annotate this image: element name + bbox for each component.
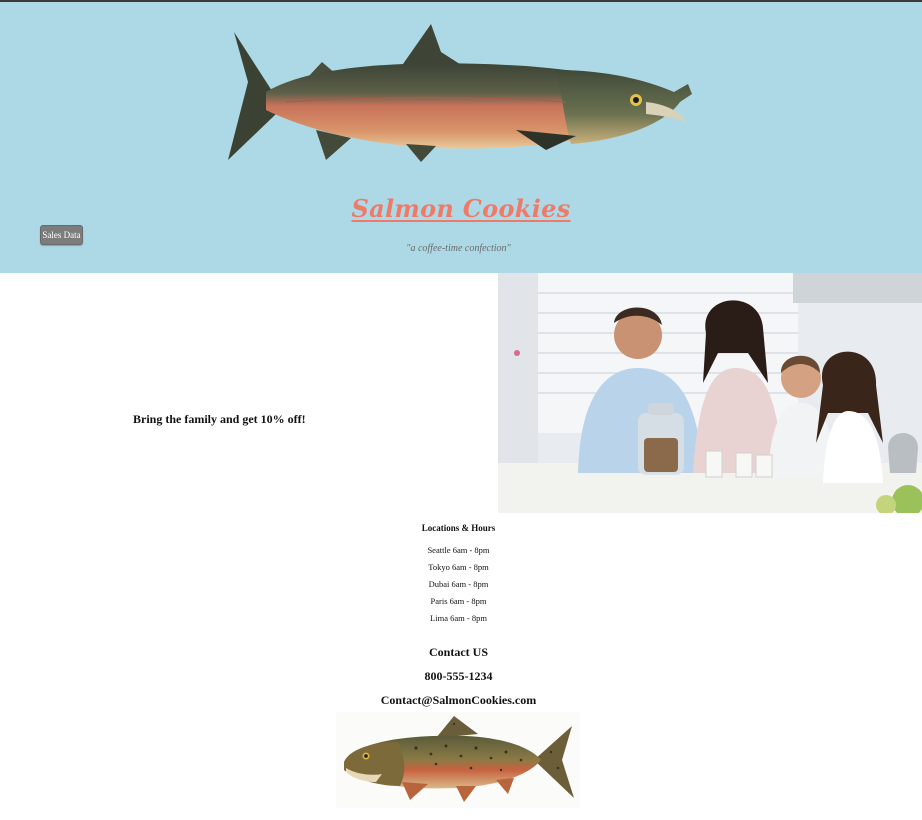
promo-text: Bring the family and get 10% off! xyxy=(133,412,306,426)
sales-data-button[interactable]: Sales Data xyxy=(40,225,83,245)
brand-title[interactable]: Salmon Cookies xyxy=(0,194,922,223)
location-item: Seattle 6am - 8pm xyxy=(427,545,490,555)
location-item: Lima 6am - 8pm xyxy=(430,613,487,623)
location-item: Dubai 6am - 8pm xyxy=(428,579,489,589)
salmon-illustration-header xyxy=(228,24,692,162)
locations-title: Locations & Hours xyxy=(421,523,496,533)
promo-section: Bring the family and get 10% off! xyxy=(0,273,498,513)
contact-phone: 800-555-1234 xyxy=(424,669,493,683)
salmon-illustration-footer xyxy=(336,712,580,808)
locations-section: Locations & Hours Seattle 6am - 8pm Toky… xyxy=(0,523,917,627)
site-header: Salmon Cookies "a coffee-time confection… xyxy=(0,2,922,273)
contact-email: Contact@SalmonCookies.com xyxy=(380,693,537,707)
location-item: Paris 6am - 8pm xyxy=(430,596,487,606)
contact-section: Contact US 800-555-1234 Contact@SalmonCo… xyxy=(0,640,917,712)
family-photo-image xyxy=(498,273,922,513)
locations-list: Seattle 6am - 8pm Tokyo 6am - 8pm Dubai … xyxy=(0,542,917,627)
family-photo xyxy=(498,273,922,513)
contact-heading: Contact US xyxy=(429,645,488,659)
tagline: "a coffee-time confection" xyxy=(406,243,511,254)
location-item: Tokyo 6am - 8pm xyxy=(428,562,489,572)
